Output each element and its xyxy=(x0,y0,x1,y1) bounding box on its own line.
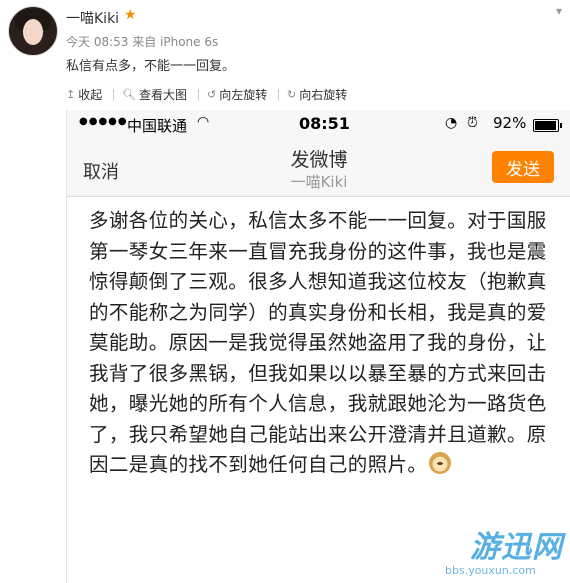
post-meta: 今天 08:53 来自 iPhone 6s xyxy=(66,35,219,49)
divider xyxy=(198,89,199,101)
phone-screenshot: ●●●●● 中国联通 ◠ 08:51 ◔ ⏰︎ 92% 取消 发微博 一喵Kik… xyxy=(66,110,570,583)
divider xyxy=(278,89,279,101)
compose-textarea[interactable]: 多谢各位的关心，私信太多不能一一回复。对于国服第一琴女三年来一直冒充我身份的这件… xyxy=(89,206,557,481)
battery-percent: 92% xyxy=(493,114,527,132)
signal-icon: ●●●●● xyxy=(79,116,128,127)
rotate-right-icon: ↻ xyxy=(287,88,297,101)
compose-nav-bar: 取消 发微博 一喵Kiki 发送 xyxy=(67,138,570,197)
battery-icon xyxy=(533,119,562,132)
wifi-icon: ◠ xyxy=(197,114,210,130)
collapse-label: 收起 xyxy=(78,88,103,102)
rotate-left-icon: ↺ xyxy=(207,88,217,101)
doge-emoji-icon xyxy=(429,452,452,474)
rotate-left-button[interactable]: ↺ 向左旋转 xyxy=(207,86,267,103)
status-bar: ●●●●● 中国联通 ◠ 08:51 ◔ ⏰︎ 92% xyxy=(67,110,570,138)
rotate-left-label: 向左旋转 xyxy=(219,88,268,102)
collapse-button[interactable]: ↥ 收起 xyxy=(66,86,102,103)
rotate-right-label: 向右旋转 xyxy=(299,88,348,102)
carrier: 中国联通 xyxy=(127,117,188,135)
view-large-button[interactable]: 🔍︎ 查看大图 xyxy=(122,86,187,103)
divider xyxy=(113,89,114,101)
collapse-icon: ↥ xyxy=(66,88,76,101)
chevron-down-icon[interactable]: ▾ xyxy=(556,4,562,18)
vip-star-icon: ★ xyxy=(124,7,137,23)
watermark-logo: 游迅网 xyxy=(470,530,563,565)
rotate-right-button[interactable]: ↻ 向右旋转 xyxy=(287,86,347,103)
avatar[interactable] xyxy=(8,6,58,56)
lock-rotation-icon: ◔ xyxy=(445,115,458,131)
post-caption: 私信有点多，不能一一回复。 xyxy=(66,59,236,74)
alarm-icon: ⏰︎ xyxy=(467,115,478,131)
image-toolbar: ↥ 收起 🔍︎ 查看大图 ↺ 向左旋转 ↻ 向右旋转 xyxy=(62,84,570,106)
username[interactable]: 一喵Kiki xyxy=(66,8,119,28)
send-button[interactable]: 发送 xyxy=(492,151,554,183)
compose-text: 多谢各位的关心，私信太多不能一一回复。对于国服第一琴女三年来一直冒充我身份的这件… xyxy=(89,209,547,476)
view-large-label: 查看大图 xyxy=(138,88,187,102)
search-zoom-icon: 🔍︎ xyxy=(122,88,136,101)
status-time: 08:51 xyxy=(299,114,350,133)
post-header: 一喵Kiki ★ 今天 08:53 来自 iPhone 6s 私信有点多，不能一… xyxy=(0,0,570,80)
watermark-url: bbs.youxun.com xyxy=(445,564,536,577)
avatar-face xyxy=(23,19,43,45)
